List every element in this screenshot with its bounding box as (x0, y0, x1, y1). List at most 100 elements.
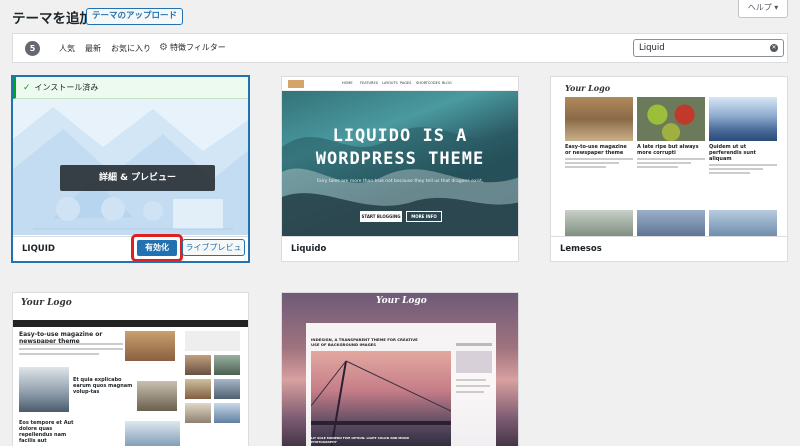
magazine-headline: Eos tempore et Aut dolore quas repellend… (19, 420, 74, 444)
theme-name-bar: Lemesos (551, 236, 787, 261)
filter-latest-link[interactable]: 最新 (85, 43, 101, 54)
search-input[interactable]: Liquid ✕ (633, 39, 784, 57)
lemesos-post-line (709, 172, 750, 174)
travel-sidebar-block (456, 391, 484, 393)
magazine-sidebar-image (214, 355, 240, 375)
lemesos-post-line (565, 162, 620, 164)
help-tab[interactable]: ヘルプ ▾ (738, 0, 788, 18)
details-preview-button[interactable]: 詳細 & プレビュー (60, 165, 215, 191)
travel-sidebar-block (456, 351, 492, 373)
theme-card-magazine[interactable]: Your Logo Easy-to-use magazine or newspa… (12, 292, 249, 446)
lemesos-post-image (565, 97, 633, 141)
filter-bar: 5 人気 最新 お気に入り ⚙ 特徴フィルター Liquid ✕ (12, 33, 788, 63)
lemesos-header: Your Logo (551, 77, 787, 95)
lemesos-post-image (709, 97, 777, 141)
lemesos-column: Quidem ut ut perferendis sunt aliquam (709, 97, 777, 174)
lemesos-post-line (637, 162, 692, 164)
magazine-image (125, 331, 175, 361)
feature-filter-button[interactable]: ⚙ 特徴フィルター (159, 42, 226, 53)
lemesos-post-title: A late ripe but always more corrupti (637, 144, 699, 156)
lemesos-post-image (637, 97, 705, 141)
magazine-image (125, 421, 180, 446)
installed-notice: ✓ インストール済み (13, 77, 248, 99)
theme-name: Lemesos (560, 244, 602, 254)
liquido-nav-item: LAYOUTS (382, 81, 398, 85)
theme-screenshot-magazine: Your Logo Easy-to-use magazine or newspa… (13, 293, 248, 446)
magazine-sidebar-image (214, 403, 240, 423)
liquido-start-button: START BLOGGING (360, 211, 402, 222)
theme-name: LIQUID (22, 244, 55, 254)
travel-sidebar-block (456, 343, 492, 346)
liquido-nav-item: HOME (342, 81, 353, 85)
liquido-hero-title: LIQUIDO IS A WORDPRESS THEME (282, 125, 518, 171)
travel-headline: INDESIGN, A TRANSPARENT THEME FOR CREATI… (311, 337, 418, 347)
magazine-sidebar-image (214, 379, 240, 399)
magazine-sidebar-image (185, 379, 211, 399)
magazine-sidebar-image (185, 403, 211, 423)
lemesos-post-line (709, 168, 764, 170)
magazine-nav (13, 320, 248, 327)
liquido-nav-item: PAGES (400, 81, 412, 85)
gear-icon: ⚙ (159, 42, 168, 53)
lemesos-post-line (565, 166, 606, 168)
theme-screenshot-liquido: HOME FEATURES LAYOUTS PAGES SHORTCODES B… (282, 77, 518, 238)
upload-theme-button[interactable]: テーマのアップロード (86, 8, 184, 25)
theme-name: Liquido (291, 244, 327, 254)
filter-favorites-link[interactable]: お気に入り (111, 43, 151, 54)
theme-card-lemesos[interactable]: Your Logo Easy-to-use magazine or newspa… (550, 76, 788, 262)
live-preview-button[interactable]: ライブプレビュー (182, 239, 245, 261)
liquido-hero-subtitle: Fairy tales are more than true not becau… (316, 179, 484, 184)
magazine-image (19, 367, 69, 412)
travel-logo: Your Logo (376, 296, 427, 306)
feature-filter-label: 特徴フィルター (169, 43, 226, 52)
travel-sidebar-block (456, 379, 486, 381)
theme-card-liquido[interactable]: HOME FEATURES LAYOUTS PAGES SHORTCODES B… (281, 76, 519, 262)
clear-search-icon[interactable]: ✕ (770, 44, 778, 52)
theme-card-travel[interactable]: Your Logo INDESIGN, A TRANSPARENT THEME … (281, 292, 519, 446)
travel-photo (310, 351, 452, 446)
liquido-nav-item: FEATURES (360, 81, 378, 85)
liquido-nav: HOME FEATURES LAYOUTS PAGES SHORTCODES B… (282, 77, 518, 91)
liquido-hero-title-line: LIQUIDO IS A (332, 126, 468, 146)
magazine-sidebar-image (185, 355, 211, 375)
lemesos-column: Easy-to-use magazine or newspaper theme (565, 97, 633, 168)
magazine-sidebar-image (185, 331, 240, 351)
filter-popular-link[interactable]: 人気 (59, 43, 75, 54)
magazine-logo: Your Logo (21, 298, 72, 308)
search-value: Liquid (639, 43, 665, 53)
lemesos-column: A late ripe but always more corrupti (637, 97, 705, 168)
activate-highlight: 有効化 (131, 234, 183, 261)
lemesos-post-line (637, 158, 705, 160)
activate-button[interactable]: 有効化 (137, 240, 177, 256)
theme-screenshot-lemesos: Your Logo Easy-to-use magazine or newspa… (551, 77, 787, 238)
page-title: テーマを追加 (12, 11, 93, 27)
lemesos-post-line (709, 164, 777, 166)
lemesos-logo: Your Logo (565, 83, 611, 93)
theme-count-badge: 5 (25, 41, 40, 56)
travel-caption: LIT SOLE MODERN FIVE OPTION. LIGHT COLOR… (311, 436, 410, 444)
lemesos-post-image (565, 210, 633, 238)
theme-name-bar: Liquido (282, 236, 518, 261)
bridge-graphic (310, 360, 452, 446)
magazine-text-line (19, 353, 99, 355)
liquido-more-button: MORE INFO (406, 211, 442, 222)
theme-screenshot-liquid: 詳細 & プレビュー (13, 99, 248, 235)
theme-screenshot-travel: Your Logo INDESIGN, A TRANSPARENT THEME … (282, 293, 518, 446)
installed-notice-text: インストール済み (34, 83, 99, 92)
travel-panel: INDESIGN, A TRANSPARENT THEME FOR CREATI… (306, 323, 496, 446)
liquido-nav-item: BLOG (442, 81, 452, 85)
magazine-text-line (19, 348, 123, 350)
lemesos-post-line (565, 158, 633, 160)
liquido-nav-item: SHORTCODES (416, 81, 441, 85)
lemesos-post-image (709, 210, 777, 238)
liquido-hero-title-line: WORDPRESS THEME (315, 149, 485, 169)
theme-card-liquid[interactable]: ✓インストール済み 詳細 & プレビュー LIQUID 有効化 ライブプレビュー (12, 76, 249, 262)
magazine-headline: Et quia explicabo earum quos magnam volu… (73, 377, 133, 395)
magazine-image (137, 381, 177, 411)
lemesos-post-title: Quidem ut ut perferendis sunt aliquam (709, 144, 756, 162)
liquido-logo (288, 80, 304, 88)
lemesos-post-image (637, 210, 705, 238)
lemesos-post-title: Easy-to-use magazine or newspaper theme (565, 144, 627, 156)
lemesos-post-line (637, 166, 678, 168)
travel-sidebar-block (456, 385, 490, 387)
